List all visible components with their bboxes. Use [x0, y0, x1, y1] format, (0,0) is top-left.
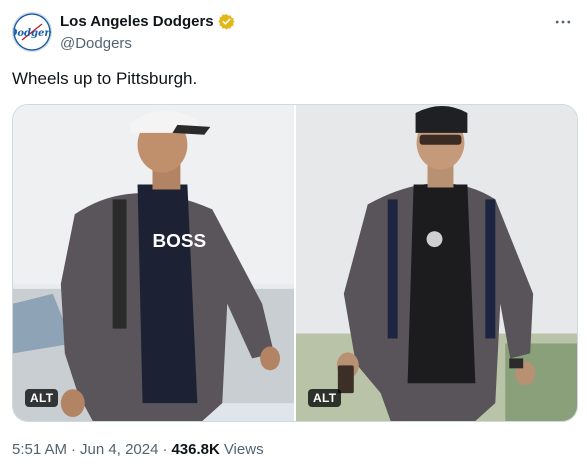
- svg-text:Dodgers: Dodgers: [13, 28, 51, 39]
- media-grid: BOSS ALT ALT: [12, 104, 578, 422]
- author-display-name[interactable]: Los Angeles Dodgers: [60, 13, 214, 30]
- alt-badge[interactable]: ALT: [308, 389, 342, 407]
- post-meta: 5:51 AM · Jun 4, 2024 · 436.8K Views: [12, 441, 264, 458]
- post-text: Wheels up to Pittsburgh.: [12, 69, 198, 88]
- post-date[interactable]: Jun 4, 2024: [80, 441, 158, 458]
- shirt-text: BOSS: [153, 231, 207, 252]
- dodgers-logo: Dodgers: [13, 13, 51, 51]
- verified-badge-icon: [218, 14, 235, 30]
- avatar[interactable]: Dodgers: [12, 12, 52, 52]
- alt-badge[interactable]: ALT: [25, 389, 59, 407]
- photo-2[interactable]: ALT: [296, 105, 577, 421]
- view-count: 436.8K: [171, 441, 220, 458]
- author-handle[interactable]: @Dodgers: [60, 35, 132, 52]
- more-horizontal-icon: [555, 20, 571, 24]
- views-label: Views: [223, 441, 264, 458]
- photo-1[interactable]: BOSS ALT: [13, 105, 294, 421]
- photo-2-image: [296, 105, 577, 421]
- meta-separator: ·: [71, 441, 77, 458]
- more-options-button[interactable]: [549, 8, 577, 36]
- meta-separator: ·: [162, 441, 168, 458]
- post-time[interactable]: 5:51 AM: [12, 441, 67, 458]
- author-name-row[interactable]: Los Angeles Dodgers: [60, 13, 235, 30]
